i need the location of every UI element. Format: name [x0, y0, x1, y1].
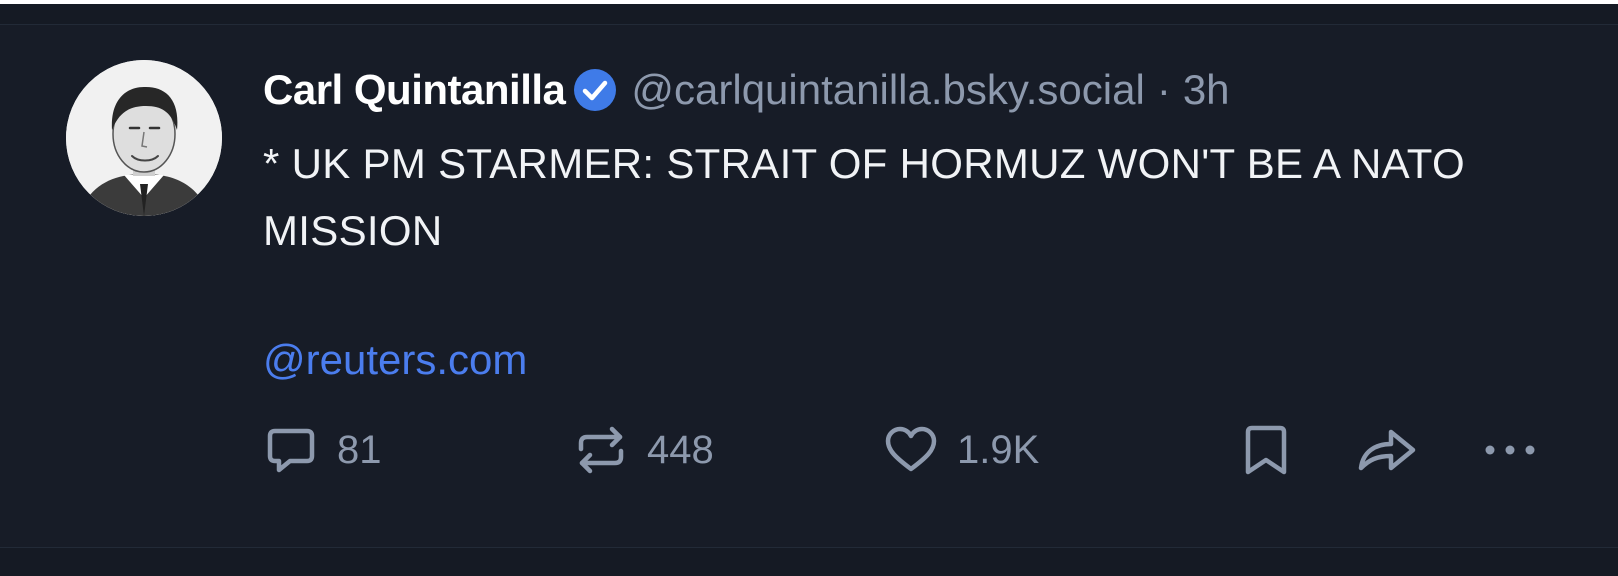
post-header: Carl Quintanilla @carlquintanilla.bsky.s… [263, 63, 1230, 117]
like-count: 1.9K [957, 427, 1040, 472]
author-avatar[interactable] [66, 60, 222, 216]
repost-count: 448 [647, 427, 714, 472]
post-body-text: * UK PM STARMER: STRAIT OF HORMUZ WON'T … [263, 140, 1465, 254]
post-link[interactable]: @reuters.com [263, 330, 527, 390]
header-separator: · [1156, 66, 1171, 113]
top-edge-strip [0, 0, 1618, 4]
like-button[interactable]: 1.9K [883, 420, 1039, 480]
share-button[interactable] [1355, 420, 1419, 480]
bottom-divider [0, 547, 1618, 548]
author-handle[interactable]: @carlquintanilla.bsky.social [631, 66, 1144, 114]
more-ellipsis-icon [1485, 445, 1535, 455]
heart-icon [885, 426, 937, 472]
author-name[interactable]: Carl Quintanilla [263, 66, 566, 114]
post-timestamp[interactable]: 3h [1183, 66, 1230, 114]
repost-button[interactable]: 448 [573, 420, 714, 480]
post-card[interactable]: Carl Quintanilla @carlquintanilla.bsky.s… [0, 25, 1618, 547]
avatar-portrait-image [66, 60, 222, 216]
repost-icon [578, 426, 624, 474]
share-arrow-icon [1358, 429, 1416, 471]
reply-button[interactable]: 81 [263, 420, 382, 480]
post-actions-bar: 81 448 1.9K [0, 420, 1618, 480]
verified-check-icon [574, 69, 617, 111]
more-options-button[interactable] [1480, 420, 1540, 480]
comment-icon [267, 428, 315, 473]
bookmark-icon [1245, 425, 1287, 475]
bookmark-button[interactable] [1242, 420, 1290, 480]
reply-count: 81 [337, 427, 382, 472]
